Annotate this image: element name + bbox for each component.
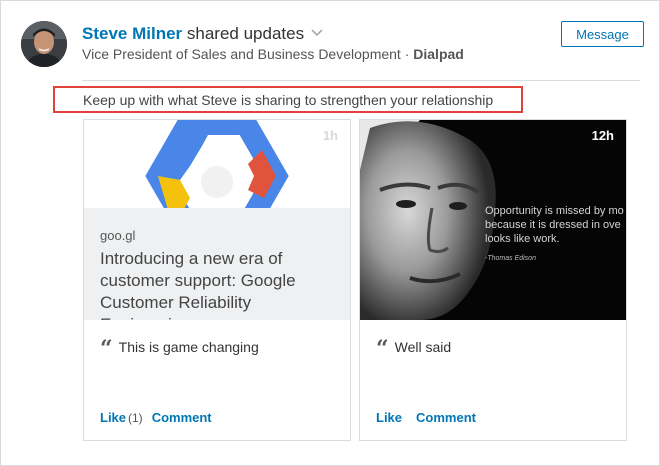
post-comment: “ This is game changing <box>100 336 259 362</box>
article-title-link[interactable]: Introducing a new era of customer suppor… <box>100 248 340 320</box>
message-button[interactable]: Message <box>561 21 644 47</box>
post-time: 12h <box>591 128 614 143</box>
shared-post-card[interactable]: 12h Opportunity is missed by mo because … <box>359 119 627 441</box>
like-button[interactable]: Like <box>100 410 126 425</box>
article-domain: goo.gl <box>100 228 136 243</box>
post-comment: “ Well said <box>376 336 452 362</box>
shared-updates-text: shared updates <box>182 24 305 43</box>
post-time: 1h <box>322 128 338 143</box>
relationship-nudge-text: Keep up with what Steve is sharing to st… <box>53 86 523 113</box>
post-comment-text: This is game changing <box>118 339 259 355</box>
post-comment-text: Well said <box>394 339 452 355</box>
author-name-link[interactable]: Steve Milner <box>82 24 182 43</box>
quote-line: looks like work. <box>485 233 560 245</box>
feed-card: Steve Milner shared updates Vice Preside… <box>0 0 660 466</box>
post-actions: Like (1) Comment <box>100 410 212 425</box>
quote-overlay: Opportunity is missed by mo because it i… <box>485 204 626 266</box>
article-preview[interactable]: 1h goo.gl Introducing a new era of custo… <box>84 120 350 320</box>
post-actions: Like Comment <box>376 410 476 425</box>
shared-post-card[interactable]: 1h goo.gl Introducing a new era of custo… <box>83 119 351 441</box>
like-count[interactable]: (1) <box>128 411 143 425</box>
chevron-down-icon[interactable] <box>311 22 323 37</box>
author-company: Dialpad <box>413 46 464 62</box>
author-role: Vice President of Sales and Business Dev… <box>82 46 414 62</box>
author-subtitle: Vice President of Sales and Business Dev… <box>82 46 464 62</box>
quote-line: because it is dressed in ove <box>485 219 621 231</box>
header-divider <box>82 80 640 81</box>
author-avatar[interactable] <box>21 21 67 67</box>
comment-button[interactable]: Comment <box>152 410 212 425</box>
quote-line: Opportunity is missed by mo <box>485 205 624 217</box>
post-header: Steve Milner shared updates <box>82 22 323 44</box>
like-button[interactable]: Like <box>376 410 402 425</box>
comment-button[interactable]: Comment <box>416 410 476 425</box>
quote-attribution: -Thomas Edison <box>485 255 536 262</box>
quote-image[interactable]: 12h Opportunity is missed by mo because … <box>360 120 626 320</box>
quote-icon: “ <box>376 336 389 362</box>
quote-icon: “ <box>100 336 113 362</box>
article-image <box>84 120 350 212</box>
